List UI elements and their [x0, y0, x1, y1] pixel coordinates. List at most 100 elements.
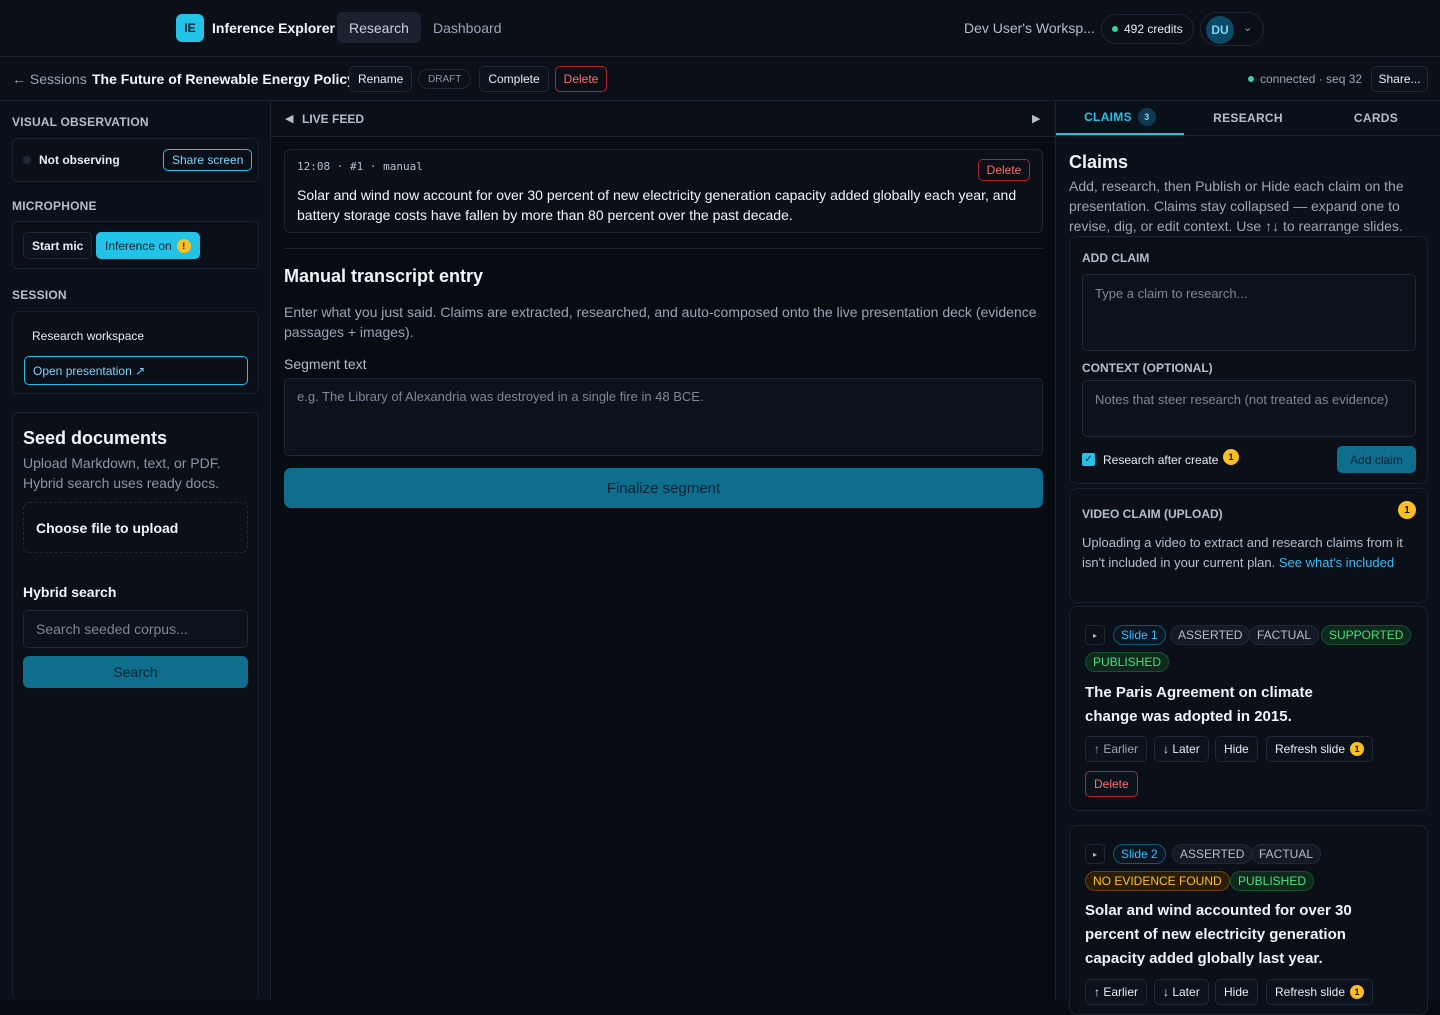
complete-button[interactable]: Complete: [479, 66, 549, 92]
refresh-slide-button[interactable]: Refresh slide 1: [1266, 736, 1374, 762]
context-label: CONTEXT (OPTIONAL): [1082, 361, 1213, 375]
file-upload-dropzone[interactable]: Choose file to upload: [23, 502, 248, 553]
session-title: The Future of Renewable Energy Policy: [92, 71, 355, 87]
hybrid-search-title: Hybrid search: [23, 584, 117, 600]
nav-tab-dashboard[interactable]: Dashboard: [421, 12, 514, 43]
add-claim-button[interactable]: Add claim: [1337, 446, 1416, 473]
claim-card: ▸ Slide 2 ASSERTED FACTUAL NO EVIDENCE F…: [1069, 825, 1428, 1015]
entry-text: Solar and wind now account for over 30 p…: [297, 187, 1017, 223]
status-dot-icon: [1112, 26, 1118, 32]
finalize-segment-button[interactable]: Finalize segment: [284, 468, 1043, 508]
claim-tag-no-evidence: NO EVIDENCE FOUND: [1085, 871, 1230, 891]
session-bar: ← Sessions The Future of Renewable Energ…: [0, 57, 1440, 101]
connected-dot-icon: [1248, 76, 1254, 82]
tab-research[interactable]: RESEARCH: [1184, 101, 1312, 135]
nav-tab-research[interactable]: Research: [337, 12, 421, 43]
claim-tag: FACTUAL: [1251, 844, 1322, 864]
hide-claim-button[interactable]: Hide: [1215, 736, 1258, 762]
right-sidebar: CLAIMS 3 RESEARCH CARDS Claims Add, resea…: [1055, 101, 1440, 1015]
rename-button[interactable]: Rename: [349, 66, 413, 92]
refresh-slide-button[interactable]: Refresh slide 1: [1266, 979, 1374, 1005]
workspace-switcher[interactable]: Dev User's Worksp...: [964, 20, 1095, 36]
user-menu[interactable]: DU ⌄: [1200, 12, 1264, 46]
collapse-left-icon[interactable]: ◀: [285, 112, 293, 125]
segment-text-input[interactable]: e.g. The Library of Alexandria was destr…: [284, 378, 1043, 456]
research-after-label: Research after create: [1103, 453, 1219, 467]
move-earlier-button[interactable]: ↑ Earlier: [1085, 979, 1148, 1005]
manual-entry-title: Manual transcript entry: [284, 266, 484, 286]
live-feed-panel: ◀ LIVE FEED ▶ 12:08 · #1 · manual Delete…: [271, 101, 1055, 1000]
avatar: DU: [1206, 16, 1234, 44]
share-button[interactable]: Share...: [1371, 66, 1428, 92]
move-later-button[interactable]: ↓ Later: [1154, 979, 1209, 1005]
corpus-search-input[interactable]: Search seeded corpus...: [23, 610, 248, 648]
claim-text: Solar and wind accounted for over 30 per…: [1085, 902, 1352, 967]
warning-icon: !: [176, 238, 191, 253]
warning-icon: 1: [1223, 449, 1239, 465]
tab-cards[interactable]: CARDS: [1312, 101, 1440, 135]
live-feed-title: LIVE FEED: [302, 112, 365, 126]
video-claim-title: VIDEO CLAIM (UPLOAD): [1082, 507, 1223, 521]
app-name[interactable]: Inference Explorer: [212, 20, 335, 36]
open-presentation-button[interactable]: Open presentation ↗: [24, 356, 248, 385]
add-claim-card: ADD CLAIM Type a claim to research... CO…: [1069, 236, 1428, 484]
research-workspace-label[interactable]: Research workspace: [32, 329, 144, 343]
refresh-slide-label: Refresh slide: [1275, 985, 1346, 999]
claims-title: Claims: [1069, 152, 1129, 172]
context-input[interactable]: Notes that steer research (not treated a…: [1082, 380, 1416, 437]
observing-dot-icon: [23, 156, 31, 164]
inference-toggle[interactable]: Inference on!: [96, 232, 200, 259]
claim-tag-published: PUBLISHED: [1230, 871, 1315, 891]
claim-text: The Paris Agreement on climate change wa…: [1085, 684, 1313, 725]
move-earlier-button[interactable]: ↑ Earlier: [1085, 736, 1148, 762]
search-button[interactable]: Search: [23, 656, 248, 688]
start-mic-button[interactable]: Start mic: [23, 232, 93, 259]
tab-claims-label: CLAIMS: [1084, 110, 1132, 124]
video-claim-card: VIDEO CLAIM (UPLOAD) 1 Uploading a video…: [1069, 488, 1428, 603]
warning-icon: 1: [1398, 501, 1416, 519]
warning-icon: 1: [1350, 985, 1365, 999]
not-observing-label: Not observing: [39, 153, 120, 167]
tab-claims[interactable]: CLAIMS 3: [1056, 101, 1184, 135]
delete-claim-button[interactable]: Delete: [1085, 771, 1138, 797]
claims-count-badge: 3: [1137, 108, 1156, 126]
delete-session-button[interactable]: Delete: [555, 66, 607, 92]
microphone-heading: MICROPHONE: [12, 199, 97, 213]
hide-claim-button[interactable]: Hide: [1215, 979, 1258, 1005]
claim-tag: ASSERTED: [1170, 625, 1251, 645]
transcript-entry: 12:08 · #1 · manual Delete Solar and win…: [284, 149, 1043, 233]
claim-tag-supported: SUPPORTED: [1321, 625, 1412, 645]
status-badge: DRAFT: [418, 69, 472, 89]
inference-label: Inference on: [105, 238, 172, 253]
back-to-sessions-link[interactable]: ← Sessions: [12, 71, 87, 87]
claim-tag: ASSERTED: [1172, 844, 1253, 864]
claim-input[interactable]: Type a claim to research...: [1082, 274, 1416, 351]
claim-card: ▸ Slide 1 ASSERTED FACTUAL SUPPORTED PUB…: [1069, 606, 1428, 811]
move-later-button[interactable]: ↓ Later: [1154, 736, 1209, 762]
credits-badge[interactable]: 492 credits: [1101, 14, 1194, 44]
see-included-link[interactable]: See what's included: [1279, 555, 1394, 570]
connection-status: connected · seq 32: [1248, 72, 1362, 86]
collapse-right-icon[interactable]: ▶: [1032, 112, 1040, 125]
share-screen-button[interactable]: Share screen: [163, 149, 253, 171]
entry-meta: 12:08 · #1 · manual: [297, 160, 423, 173]
microphone-card: Start mic Inference on!: [12, 221, 259, 269]
app-logo[interactable]: IE: [176, 14, 204, 42]
claims-description: Add, research, then Publish or Hide each…: [1069, 178, 1404, 234]
expand-icon[interactable]: ▸: [1085, 844, 1105, 864]
warning-icon: 1: [1350, 742, 1365, 756]
slide-badge[interactable]: Slide 2: [1113, 844, 1166, 864]
expand-icon[interactable]: ▸: [1085, 625, 1105, 645]
visual-observation-card: Not observing Share screen: [12, 138, 259, 182]
live-feed-header: ◀ LIVE FEED ▶: [271, 101, 1055, 137]
manual-entry-description: Enter what you just said. Claims are ext…: [284, 304, 1037, 340]
delete-entry-button[interactable]: Delete: [978, 159, 1030, 181]
credits-label: 492 credits: [1124, 22, 1183, 36]
add-claim-label: ADD CLAIM: [1082, 251, 1150, 265]
slide-badge[interactable]: Slide 1: [1113, 625, 1166, 645]
refresh-slide-label: Refresh slide: [1275, 742, 1346, 756]
left-sidebar: VISUAL OBSERVATION Not observing Share s…: [0, 101, 271, 1000]
top-bar: IE Inference Explorer Research Dashboard…: [0, 0, 1440, 57]
visual-observation-heading: VISUAL OBSERVATION: [12, 115, 149, 129]
research-after-checkbox[interactable]: ✓: [1082, 453, 1095, 466]
